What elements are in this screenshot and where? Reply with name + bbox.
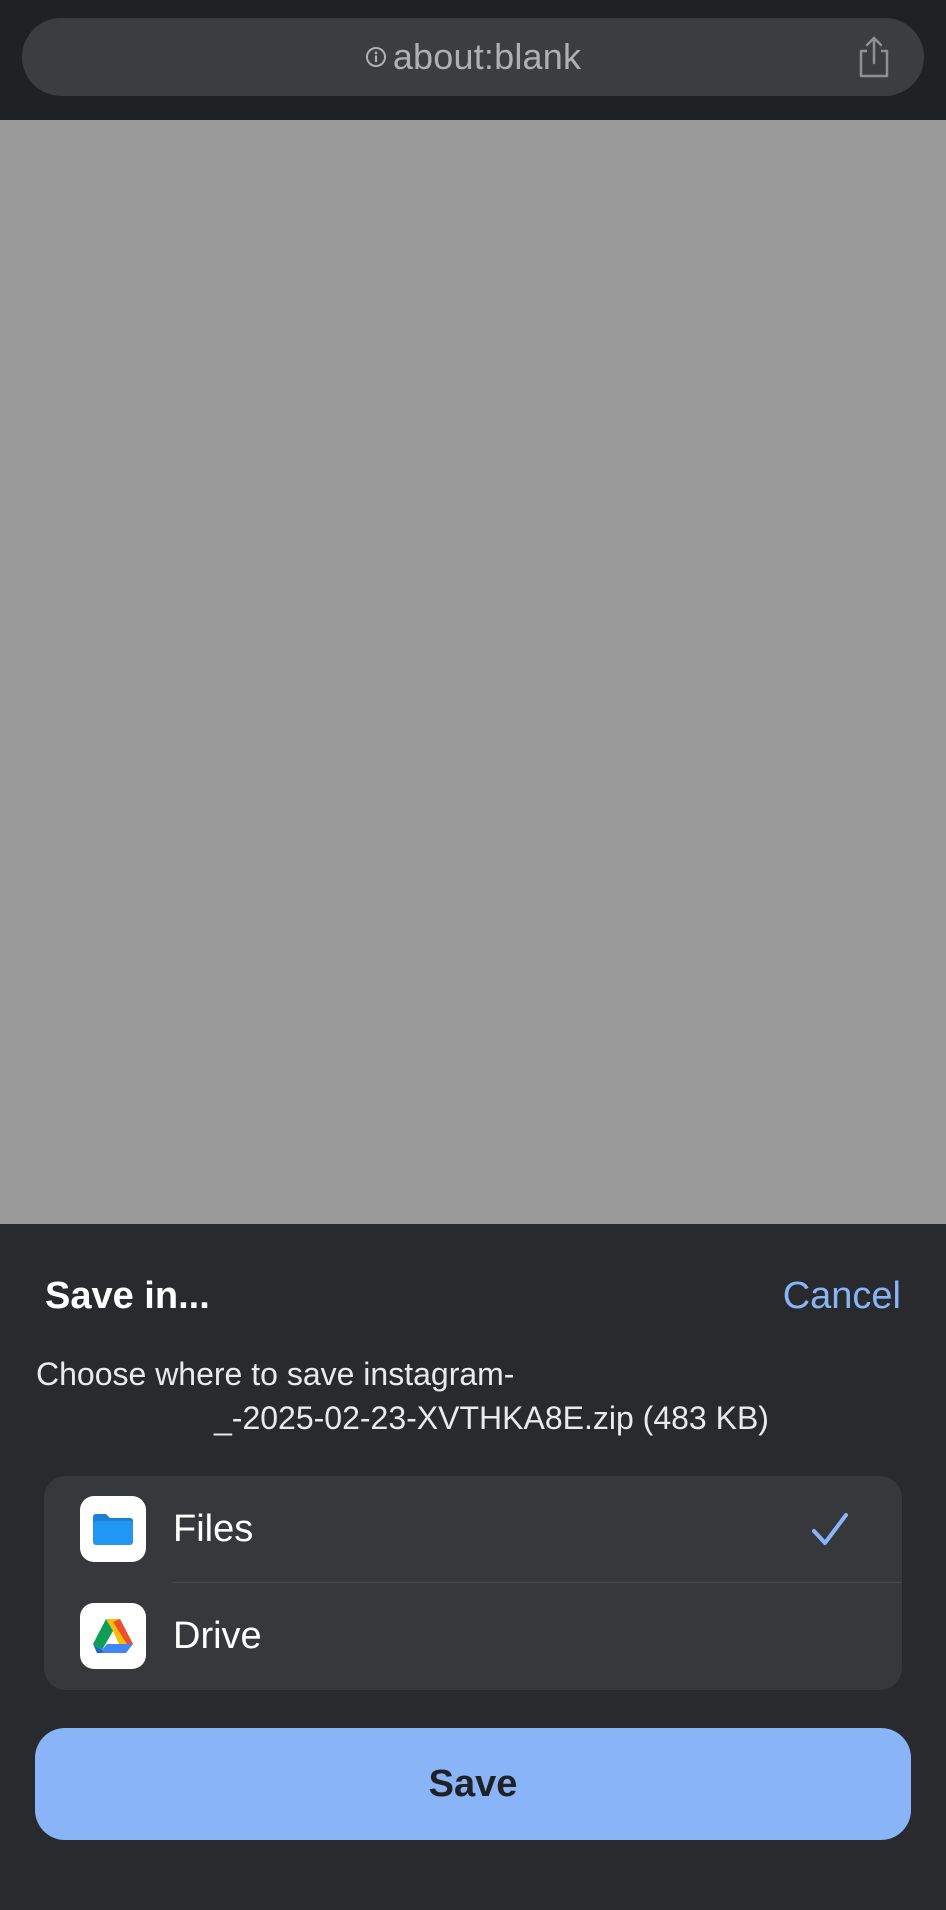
description-line-1: Choose where to save instagram- <box>36 1356 515 1392</box>
url-text: about:blank <box>392 36 582 77</box>
option-drive[interactable]: Drive <box>44 1583 902 1690</box>
description-line-2: _-2025-02-23-XVTHKA8E.zip (483 KB) <box>214 1400 769 1436</box>
sheet-title: Save in... <box>45 1275 210 1317</box>
address-bar[interactable]: about:blank <box>22 18 924 96</box>
page-content-area <box>0 120 946 1224</box>
checkmark-icon <box>810 1510 850 1550</box>
save-location-list: Files Drive <box>44 1476 902 1690</box>
save-button[interactable]: Save <box>35 1728 911 1840</box>
browser-toolbar: about:blank <box>0 0 946 120</box>
address-display: about:blank <box>22 18 924 96</box>
option-label-drive: Drive <box>173 1615 262 1657</box>
option-files[interactable]: Files <box>44 1476 902 1583</box>
save-in-sheet: Save in... Cancel Choose where to save i… <box>0 1224 946 1910</box>
cancel-button[interactable]: Cancel <box>783 1244 901 1348</box>
save-description: Choose where to save instagram- _-2025-0… <box>36 1352 836 1440</box>
files-folder-icon <box>80 1496 146 1562</box>
option-label-files: Files <box>173 1508 254 1550</box>
share-icon[interactable] <box>852 34 896 80</box>
info-icon[interactable] <box>365 46 387 68</box>
google-drive-icon <box>80 1603 146 1669</box>
